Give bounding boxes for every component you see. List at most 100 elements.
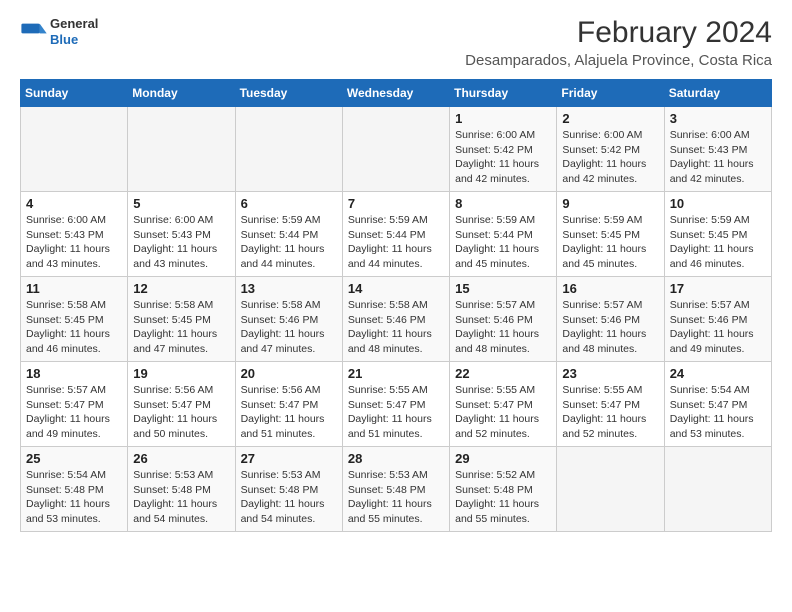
week-row-1: 4Sunrise: 6:00 AMSunset: 5:43 PMDaylight… [21,192,772,277]
day-cell [557,447,664,532]
day-cell: 1 Sunrise: 6:00 AMSunset: 5:42 PMDaylight… [450,107,557,192]
day-cell: 2 Sunrise: 6:00 AMSunset: 5:42 PMDaylight… [557,107,664,192]
day-cell: 21 Sunrise: 5:55 AMSunset: 5:47 PMDayligh… [342,362,449,447]
week-row-3: 18 Sunrise: 5:57 AMSunset: 5:47 PMDayligh… [21,362,772,447]
day-cell: 24 Sunrise: 5:54 AMSunset: 5:47 PMDayligh… [664,362,771,447]
day-cell: 26 Sunrise: 5:53 AMSunset: 5:48 PMDayligh… [128,447,235,532]
day-number: 9 [562,196,658,211]
day-cell: 20 Sunrise: 5:56 AMSunset: 5:47 PMDayligh… [235,362,342,447]
header-tuesday: Tuesday [235,80,342,107]
day-info: Sunrise: 5:57 AMSunset: 5:47 PMDaylight:… [26,383,122,442]
day-number: 28 [348,451,444,466]
day-number: 26 [133,451,229,466]
day-cell: 3 Sunrise: 6:00 AMSunset: 5:43 PMDaylight… [664,107,771,192]
day-info: Sunrise: 5:57 AMSunset: 5:46 PMDaylight:… [670,298,766,357]
header-saturday: Saturday [664,80,771,107]
day-cell: 8 Sunrise: 5:59 AMSunset: 5:44 PMDaylight… [450,192,557,277]
calendar-body: 1 Sunrise: 6:00 AMSunset: 5:42 PMDaylight… [21,107,772,532]
day-info: Sunrise: 5:58 AMSunset: 5:46 PMDaylight:… [348,298,444,357]
day-cell: 6 Sunrise: 5:59 AMSunset: 5:44 PMDaylight… [235,192,342,277]
day-cell: 14 Sunrise: 5:58 AMSunset: 5:46 PMDayligh… [342,277,449,362]
day-info: Sunrise: 5:59 AMSunset: 5:44 PMDaylight:… [455,213,551,272]
page-header: General Blue February 2024 Desamparados,… [20,16,772,69]
day-info: Sunrise: 6:00 AMSunset: 5:42 PMDaylight:… [455,128,551,187]
day-cell: 11 Sunrise: 5:58 AMSunset: 5:45 PMDayligh… [21,277,128,362]
subtitle: Desamparados, Alajuela Province, Costa R… [98,52,772,69]
day-number: 3 [670,111,766,126]
logo-icon [20,18,48,46]
day-cell: 29 Sunrise: 5:52 AMSunset: 5:48 PMDayligh… [450,447,557,532]
day-number: 22 [455,366,551,381]
day-number: 21 [348,366,444,381]
day-info: Sunrise: 6:00 AMSunset: 5:43 PMDaylight:… [670,128,766,187]
day-info: Sunrise: 6:00 AMSunset: 5:43 PMDaylight:… [133,213,229,272]
day-cell: 28 Sunrise: 5:53 AMSunset: 5:48 PMDayligh… [342,447,449,532]
day-number: 2 [562,111,658,126]
day-number: 16 [562,281,658,296]
day-info: Sunrise: 6:00 AMSunset: 5:43 PMDaylight:… [26,213,122,272]
day-cell: 19Sunrise: 5:56 AMSunset: 5:47 PMDayligh… [128,362,235,447]
day-cell [235,107,342,192]
day-info: Sunrise: 5:53 AMSunset: 5:48 PMDaylight:… [241,468,337,527]
day-info: Sunrise: 5:59 AMSunset: 5:44 PMDaylight:… [241,213,337,272]
day-cell: 16 Sunrise: 5:57 AMSunset: 5:46 PMDayligh… [557,277,664,362]
day-number: 18 [26,366,122,381]
calendar-table: SundayMondayTuesdayWednesdayThursdayFrid… [20,79,772,532]
day-cell: 22 Sunrise: 5:55 AMSunset: 5:47 PMDayligh… [450,362,557,447]
day-info: Sunrise: 5:55 AMSunset: 5:47 PMDaylight:… [455,383,551,442]
day-number: 17 [670,281,766,296]
day-info: Sunrise: 5:55 AMSunset: 5:47 PMDaylight:… [348,383,444,442]
day-cell: 7 Sunrise: 5:59 AMSunset: 5:44 PMDaylight… [342,192,449,277]
day-number: 20 [241,366,337,381]
day-cell: 23 Sunrise: 5:55 AMSunset: 5:47 PMDayligh… [557,362,664,447]
day-number: 14 [348,281,444,296]
day-cell: 4Sunrise: 6:00 AMSunset: 5:43 PMDaylight… [21,192,128,277]
day-cell [21,107,128,192]
day-number: 10 [670,196,766,211]
day-cell: 18 Sunrise: 5:57 AMSunset: 5:47 PMDayligh… [21,362,128,447]
day-info: Sunrise: 5:54 AMSunset: 5:47 PMDaylight:… [670,383,766,442]
day-cell: 17 Sunrise: 5:57 AMSunset: 5:46 PMDayligh… [664,277,771,362]
week-row-0: 1 Sunrise: 6:00 AMSunset: 5:42 PMDaylight… [21,107,772,192]
day-number: 24 [670,366,766,381]
day-info: Sunrise: 6:00 AMSunset: 5:42 PMDaylight:… [562,128,658,187]
day-number: 29 [455,451,551,466]
day-info: Sunrise: 5:59 AMSunset: 5:45 PMDaylight:… [562,213,658,272]
day-number: 1 [455,111,551,126]
day-info: Sunrise: 5:52 AMSunset: 5:48 PMDaylight:… [455,468,551,527]
day-info: Sunrise: 5:57 AMSunset: 5:46 PMDaylight:… [562,298,658,357]
header-sunday: Sunday [21,80,128,107]
day-info: Sunrise: 5:53 AMSunset: 5:48 PMDaylight:… [133,468,229,527]
day-info: Sunrise: 5:53 AMSunset: 5:48 PMDaylight:… [348,468,444,527]
day-cell: 12 Sunrise: 5:58 AMSunset: 5:45 PMDayligh… [128,277,235,362]
logo: General Blue [20,16,98,47]
day-number: 27 [241,451,337,466]
day-info: Sunrise: 5:58 AMSunset: 5:45 PMDaylight:… [26,298,122,357]
week-row-2: 11 Sunrise: 5:58 AMSunset: 5:45 PMDayligh… [21,277,772,362]
day-cell [342,107,449,192]
day-number: 13 [241,281,337,296]
header-row: SundayMondayTuesdayWednesdayThursdayFrid… [21,80,772,107]
day-cell: 9 Sunrise: 5:59 AMSunset: 5:45 PMDaylight… [557,192,664,277]
day-cell: 27 Sunrise: 5:53 AMSunset: 5:48 PMDayligh… [235,447,342,532]
week-row-4: 25Sunrise: 5:54 AMSunset: 5:48 PMDayligh… [21,447,772,532]
day-number: 12 [133,281,229,296]
day-number: 23 [562,366,658,381]
day-number: 25 [26,451,122,466]
day-cell: 15Sunrise: 5:57 AMSunset: 5:46 PMDayligh… [450,277,557,362]
day-cell [128,107,235,192]
day-number: 7 [348,196,444,211]
day-info: Sunrise: 5:58 AMSunset: 5:45 PMDaylight:… [133,298,229,357]
day-number: 19 [133,366,229,381]
calendar-header: SundayMondayTuesdayWednesdayThursdayFrid… [21,80,772,107]
day-info: Sunrise: 5:56 AMSunset: 5:47 PMDaylight:… [241,383,337,442]
day-info: Sunrise: 5:55 AMSunset: 5:47 PMDaylight:… [562,383,658,442]
day-info: Sunrise: 5:59 AMSunset: 5:44 PMDaylight:… [348,213,444,272]
day-number: 8 [455,196,551,211]
logo-text: General Blue [50,16,98,47]
day-number: 6 [241,196,337,211]
day-number: 11 [26,281,122,296]
main-title: February 2024 [98,16,772,50]
day-number: 15 [455,281,551,296]
day-cell: 13Sunrise: 5:58 AMSunset: 5:46 PMDayligh… [235,277,342,362]
